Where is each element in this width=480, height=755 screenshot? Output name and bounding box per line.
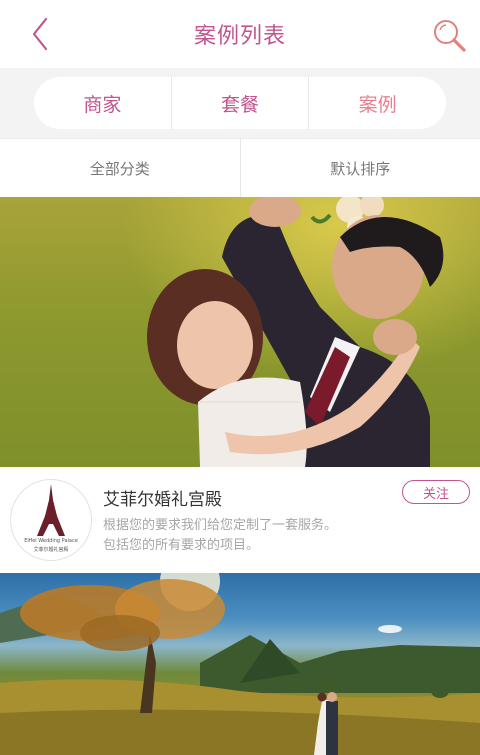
landscape-wedding-image <box>0 573 480 755</box>
merchant-name[interactable]: 艾菲尔婚礼宫殿 <box>103 485 222 510</box>
logo-caption-en: Eiffel Wedding Palace <box>24 538 78 544</box>
chevron-left-icon <box>32 17 48 51</box>
back-button[interactable] <box>22 14 58 54</box>
case-photo[interactable] <box>0 197 480 467</box>
category-filter[interactable]: 全部分类 <box>0 139 240 197</box>
filter-bar: 全部分类 默认排序 <box>0 138 480 197</box>
case-photo-2[interactable] <box>0 573 480 755</box>
tabs-band: 商家 套餐 案例 <box>0 68 480 138</box>
tab-cases[interactable]: 案例 <box>308 77 446 129</box>
search-button[interactable] <box>430 16 470 56</box>
tab-packages[interactable]: 套餐 <box>170 77 309 129</box>
case-info[interactable]: Eiffel Wedding Palace 艾菲尔婚礼宫殿 艾菲尔婚礼宫殿 关注… <box>0 467 480 573</box>
logo-caption-cn: 艾菲尔婚礼宫殿 <box>33 547 69 553</box>
page-title: 案例列表 <box>193 24 286 49</box>
segment-tabs: 商家 套餐 案例 <box>34 77 446 129</box>
tab-merchants[interactable]: 商家 <box>34 77 171 129</box>
top-bar: 案例列表 <box>0 0 480 68</box>
case-description-line1: 根据您的要求我们给您定制了一套服务。 <box>103 518 338 533</box>
sort-filter[interactable]: 默认排序 <box>239 139 480 197</box>
merchant-logo[interactable]: Eiffel Wedding Palace 艾菲尔婚礼宫殿 <box>10 479 92 561</box>
follow-button[interactable]: 关注 <box>402 480 470 504</box>
search-icon <box>434 20 466 52</box>
eiffel-tower-icon <box>37 484 65 536</box>
case-description-line2: 包括您的所有要求的项目。 <box>103 538 260 553</box>
wedding-couple-image <box>147 197 444 467</box>
